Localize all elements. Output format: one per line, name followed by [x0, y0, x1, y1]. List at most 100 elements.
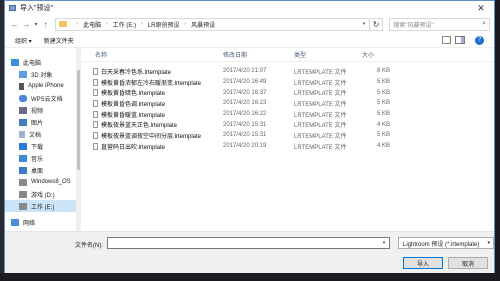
file-icon	[93, 99, 98, 107]
sidebar-item-windows8-os[interactable]: Windows8_OS	[5, 176, 81, 188]
sidebar-item-this-pc[interactable]: 此电脑	[5, 56, 81, 68]
file-type: LRTEMPLATE 文件	[294, 91, 347, 98]
sidebar-item-label: 视频	[31, 108, 44, 115]
file-size: 5 KB	[376, 132, 390, 139]
sidebar-item-label: 音乐	[31, 156, 44, 163]
file-type: LRTEMPLATE 文件	[294, 101, 347, 108]
forward-arrow-icon[interactable]: →	[21, 18, 33, 30]
sidebar-item-label: Windows8_OS	[31, 179, 71, 185]
sidebar-item-label: Apple iPhone	[28, 83, 64, 89]
table-row[interactable]: 模板黄昏色调.lrtemplate 2017/4/20 16:23 LRTEMPLA…	[81, 98, 494, 109]
sidebar-item-videos[interactable]: 视频	[5, 104, 81, 116]
filename-dropdown-chevron-icon[interactable]: ▾	[379, 238, 389, 248]
cube-icon	[19, 70, 27, 78]
breadcrumb-separator-icon[interactable]: ›	[184, 21, 186, 27]
up-arrow-icon[interactable]: ↑	[40, 18, 52, 30]
file-date: 2017/4/20 21:07	[223, 68, 267, 75]
refresh-icon[interactable]: ↻	[369, 17, 384, 31]
file-name: 白天采春冷色系.lrtemplate	[101, 69, 172, 76]
video-icon	[19, 106, 27, 114]
close-icon[interactable]: ✕	[468, 1, 494, 15]
document-icon	[19, 130, 25, 138]
file-icon	[93, 110, 98, 118]
sidebar-item-label: 游戏 (D:)	[31, 192, 55, 199]
dialog-footer: 文件名(N): ▾ Lightroom 预设 (*.lrtemplate) ▾ …	[5, 231, 494, 273]
filter-dropdown-chevron-icon: ▾	[487, 240, 490, 246]
address-bar[interactable]: › 此电脑 › 工作 (E:) › LR原创预设 › 风暴预设 ▾	[55, 17, 370, 31]
file-icon	[93, 78, 98, 86]
file-type: LRTEMPLATE 文件	[294, 80, 347, 87]
search-icon: ⌕	[482, 20, 486, 27]
file-name: 模板黄昏色调.lrtemplate	[101, 101, 166, 108]
table-row[interactable]: 直营码日出吹.lrtemplate 2017/4/20 20:19 LRTEMPLA…	[81, 141, 494, 152]
address-dropdown-chevron-icon[interactable]: ▾	[359, 19, 369, 30]
sidebar-item-downloads[interactable]: 下载	[5, 140, 81, 152]
sidebar-item-wps-cloud[interactable]: WPS云文档	[5, 92, 81, 104]
desktop-icon	[19, 166, 27, 174]
file-date: 2017/4/20 16:23	[223, 100, 267, 107]
file-size: 5 KB	[376, 111, 390, 118]
sidebar-item-apple-iphone[interactable]: Apple iPhone	[5, 80, 81, 92]
sidebar-item-drive-e[interactable]: 工作 (E:)	[5, 200, 81, 212]
sidebar-item-network[interactable]: 网络	[5, 216, 81, 228]
column-header-date[interactable]: 修改日期	[217, 50, 288, 59]
title-bar: 导入"预设" ✕	[5, 1, 494, 15]
table-row[interactable]: 模板黄昏暖蓝.lrtemplate 2017/4/20 16:22 LRTEMPLA…	[81, 109, 494, 120]
network-icon	[11, 218, 19, 226]
sidebar-item-label: 此电脑	[23, 60, 42, 67]
breadcrumb-item[interactable]: 此电脑	[83, 20, 101, 29]
breadcrumb-item[interactable]: 工作 (E:)	[113, 20, 136, 29]
column-header-name[interactable]: 名称	[81, 50, 217, 59]
filename-input[interactable]	[107, 237, 390, 249]
sidebar-item-pictures[interactable]: 图片	[5, 116, 81, 128]
recent-locations-chevron-icon[interactable]: ▾	[32, 18, 40, 30]
table-row[interactable]: 模板夜景蓝天正色.lrtemplate 2017/4/20 15:31 LRTEMP…	[81, 119, 494, 130]
file-size: 5 KB	[376, 89, 390, 96]
sidebar-item-documents[interactable]: 文档	[5, 128, 81, 140]
sidebar-item-3d-objects[interactable]: 3D 对象	[5, 68, 81, 80]
download-icon	[19, 142, 27, 150]
table-row[interactable]: 白天采春冷色系.lrtemplate 2017/4/20 21:07 LRTEMPL…	[81, 66, 494, 77]
breadcrumb-item[interactable]: 风暴预设	[191, 20, 215, 29]
table-row[interactable]: 模板黄昏暗色.lrtemplate 2017/4/20 16:37 LRTEMPLA…	[81, 87, 494, 98]
breadcrumb-separator-icon[interactable]: ›	[141, 21, 143, 27]
scrollbar-thumb[interactable]	[77, 70, 80, 170]
search-placeholder: 搜索"风暴预设"	[393, 22, 434, 29]
sidebar-item-desktop[interactable]: 桌面	[5, 164, 81, 176]
file-type: LRTEMPLATE 文件	[294, 133, 347, 140]
computer-icon	[11, 58, 19, 66]
file-icon	[93, 89, 98, 97]
file-type-filter-select[interactable]: Lightroom 预设 (*.lrtemplate) ▾	[398, 237, 494, 249]
file-icon	[93, 131, 98, 139]
sidebar-item-drive-d[interactable]: 游戏 (D:)	[5, 188, 81, 200]
file-date: 2017/4/20 16:37	[223, 89, 267, 96]
view-options-icon[interactable]	[442, 36, 451, 44]
breadcrumb-item[interactable]: LR原创预设	[148, 20, 180, 29]
search-input[interactable]: 搜索"风暴预设" ⌕	[389, 17, 490, 31]
file-date: 2017/4/20 16:49	[223, 79, 267, 86]
breadcrumb-separator-icon[interactable]: ›	[106, 21, 108, 27]
drive-icon	[19, 178, 27, 186]
column-header-size[interactable]: 大小	[356, 50, 406, 59]
cloud-icon	[19, 94, 27, 102]
new-folder-button[interactable]: 新建文件夹	[44, 36, 74, 45]
breadcrumb: › 此电脑 › 工作 (E:) › LR原创预设 › 风暴预设	[71, 20, 215, 29]
import-button[interactable]: 导入	[403, 257, 443, 269]
drive-icon	[19, 202, 27, 210]
file-size: 4 KB	[376, 121, 390, 128]
import-dialog: 导入"预设" ✕ ← → ▾ ↑ › 此电脑 › 工作 (E:) › LR原创预…	[4, 0, 495, 273]
file-size: 8 KB	[376, 68, 390, 75]
help-icon[interactable]: ?	[475, 35, 484, 45]
table-row[interactable]: 模板黄昏浓郁左冷右暖渐变.lrtemplate 2017/4/20 16:49 LR…	[81, 77, 494, 88]
sidebar-item-music[interactable]: 音乐	[5, 152, 81, 164]
sidebar-item-label: 工作 (E:)	[31, 204, 55, 211]
table-row[interactable]: 模板夜景蓝调夜空中间分层.lrtemplate 2017/4/20 15:31 LR…	[81, 130, 494, 141]
back-arrow-icon[interactable]: ←	[9, 18, 21, 30]
file-date: 2017/4/20 16:22	[223, 111, 267, 118]
sidebar-item-label: 网络	[23, 220, 36, 227]
cancel-button[interactable]: 取消	[448, 257, 488, 269]
organize-menu-button[interactable]: 组织 ▾	[15, 36, 32, 45]
preview-pane-icon[interactable]	[455, 36, 465, 44]
file-type: LRTEMPLATE 文件	[294, 112, 347, 119]
column-header-type[interactable]: 类型	[288, 50, 356, 59]
